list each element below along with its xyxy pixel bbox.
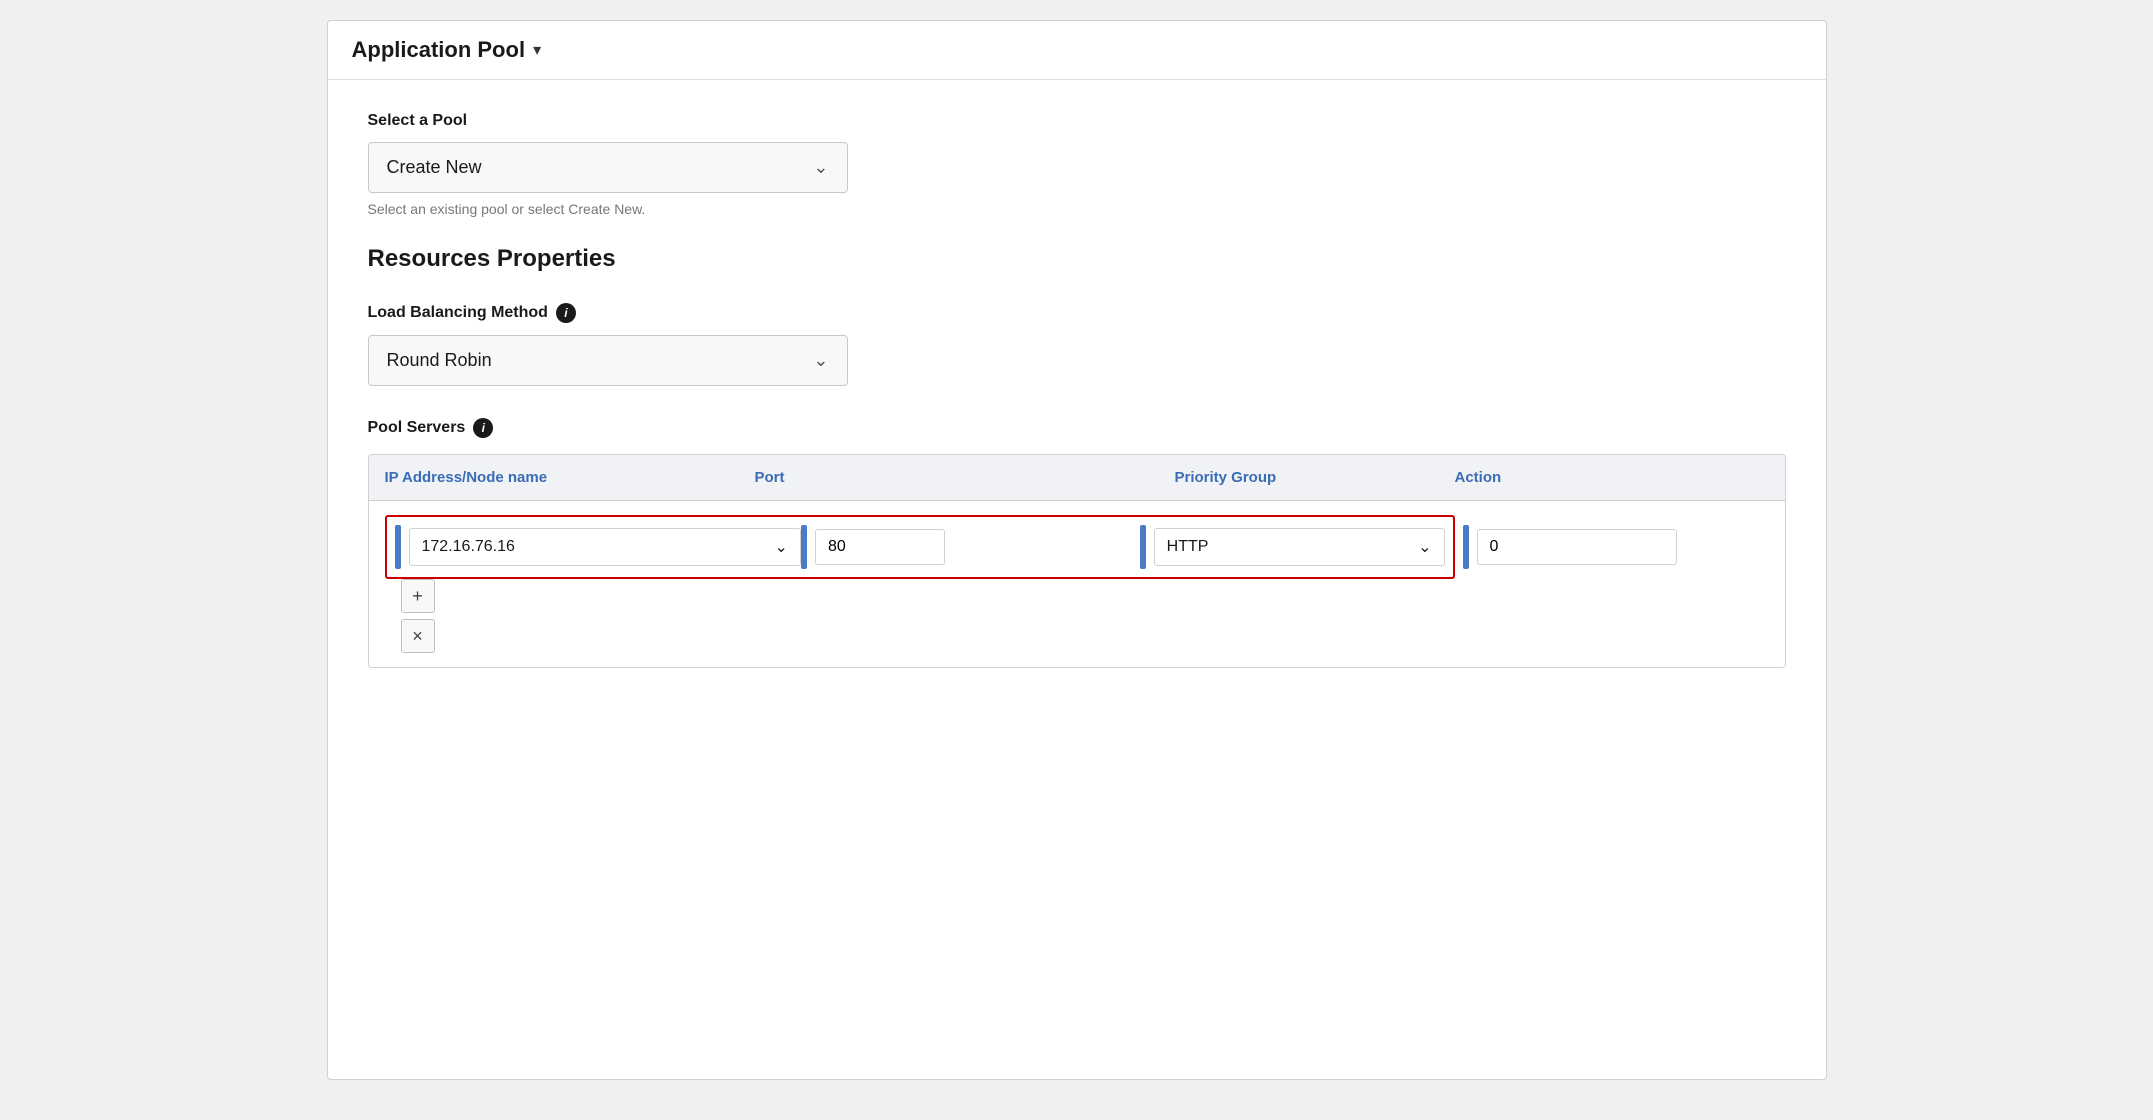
load-balancing-label: Load Balancing Method (368, 304, 548, 322)
pool-servers-label-row: Pool Servers i (368, 418, 1786, 438)
pool-servers-info-icon: i (473, 418, 493, 438)
pool-servers-table: IP Address/Node name Port Priority Group… (368, 454, 1786, 668)
pool-servers-section: Pool Servers i IP Address/Node name Port… (368, 418, 1786, 668)
priority-group-cell (1455, 525, 1575, 569)
application-pool-panel: Application Pool ▾ Select a Pool Create … (327, 20, 1827, 1080)
remove-row-button[interactable]: × (401, 619, 435, 653)
port-indicator (801, 525, 807, 569)
panel-header-chevron[interactable]: ▾ (533, 40, 541, 60)
priority-input[interactable] (1477, 529, 1677, 565)
ip-address-cell: 172.16.76.16 ⌄ (395, 525, 801, 569)
load-balancing-chevron: ⌄ (813, 350, 828, 371)
table-row: 172.16.76.16 ⌄ (369, 501, 1785, 667)
load-balancing-value: Round Robin (387, 350, 492, 371)
panel-body: Select a Pool Create New ⌄ Select an exi… (328, 80, 1826, 700)
header-action: Action (1455, 469, 1575, 486)
ip-dropdown-chevron: ⌄ (775, 537, 788, 557)
protocol-dropdown[interactable]: HTTP ⌄ (1154, 528, 1445, 566)
protocol-indicator (1140, 525, 1146, 569)
load-balancing-dropdown[interactable]: Round Robin ⌄ (368, 335, 848, 386)
select-pool-dropdown[interactable]: Create New ⌄ (368, 142, 848, 193)
ip-address-input-wrapper[interactable]: 172.16.76.16 ⌄ (409, 528, 801, 566)
protocol-chevron: ⌄ (1418, 537, 1431, 557)
panel-header: Application Pool ▾ (328, 21, 1826, 80)
port-cell (801, 525, 1140, 569)
main-container: Application Pool ▾ Select a Pool Create … (0, 0, 2153, 1120)
add-row-button[interactable]: + (401, 579, 435, 613)
load-balancing-info-icon: i (556, 303, 576, 323)
resources-properties-heading: Resources Properties (368, 245, 1786, 273)
pool-servers-label: Pool Servers (368, 419, 466, 437)
highlighted-cells-group: 172.16.76.16 ⌄ (385, 515, 1455, 579)
protocol-cell: HTTP ⌄ (1140, 525, 1445, 569)
header-port: Port (755, 469, 1175, 486)
header-ip-address: IP Address/Node name (385, 469, 755, 486)
ip-address-value: 172.16.76.16 (422, 538, 515, 556)
protocol-value: HTTP (1167, 538, 1209, 556)
priority-indicator (1463, 525, 1469, 569)
header-priority-group: Priority Group (1175, 469, 1455, 486)
select-pool-chevron: ⌄ (813, 157, 828, 178)
select-pool-helper-text: Select an existing pool or select Create… (368, 201, 1786, 217)
load-balancing-label-row: Load Balancing Method i (368, 303, 1786, 323)
action-cell: + × (385, 579, 755, 653)
table-header-row: IP Address/Node name Port Priority Group… (369, 455, 1785, 501)
panel-title: Application Pool (352, 37, 526, 63)
port-input[interactable] (815, 529, 945, 565)
select-pool-label: Select a Pool (368, 112, 1786, 130)
select-pool-value: Create New (387, 157, 482, 178)
ip-indicator (395, 525, 401, 569)
